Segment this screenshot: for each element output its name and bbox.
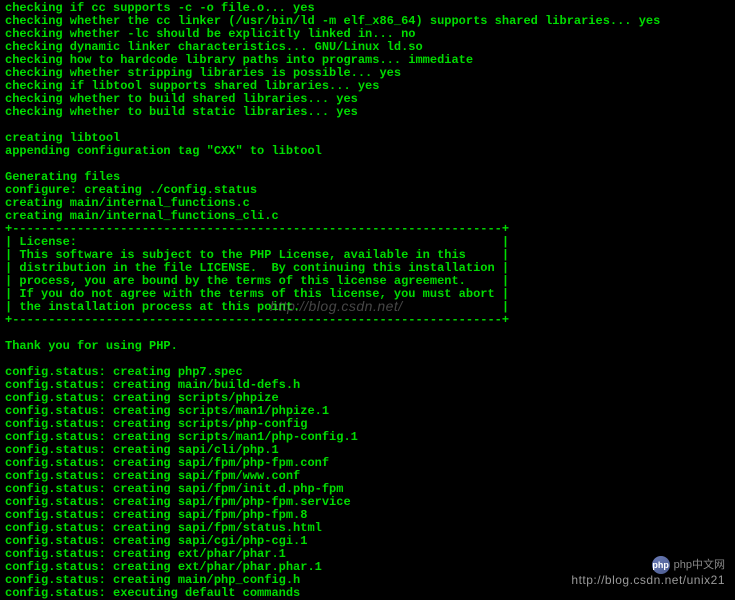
terminal-output: checking if cc supports -c -o file.o... … [5,2,730,600]
